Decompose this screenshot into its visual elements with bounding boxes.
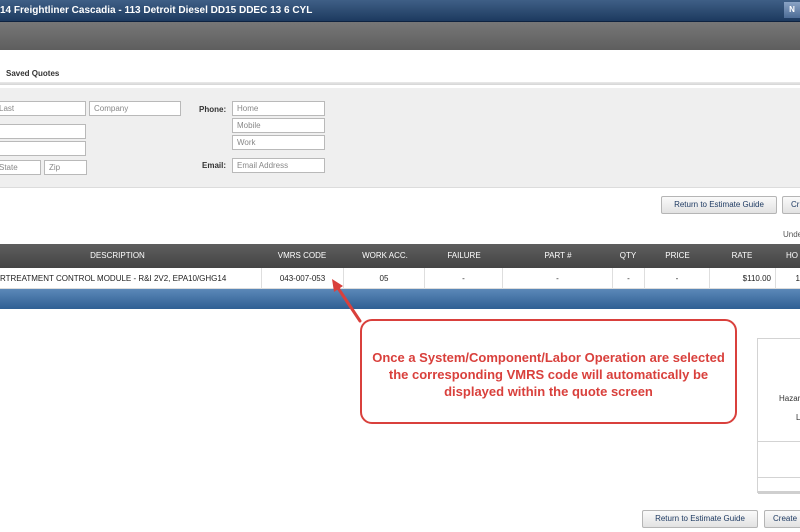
- window-title-bar: 14 Freightliner Cascadia - 113 Detroit D…: [0, 0, 800, 22]
- company-field[interactable]: Company: [89, 101, 181, 116]
- side-panel-divider: [758, 491, 800, 494]
- header-vmrs-code: VMRS CODE: [277, 251, 327, 260]
- cell-hours: 1: [795, 274, 800, 283]
- zip-field[interactable]: Zip: [44, 160, 87, 175]
- return-to-estimate-guide-button-bottom[interactable]: Return to Estimate Guide: [642, 510, 758, 528]
- callout-text: Once a System/Component/Labor Operation …: [372, 350, 725, 399]
- side-panel-divider: [758, 441, 800, 442]
- cell-qty: -: [613, 268, 645, 289]
- window-title: 14 Freightliner Cascadia - 113 Detroit D…: [0, 5, 313, 16]
- create-button-top[interactable]: Cr: [782, 196, 800, 214]
- side-panel-divider: [758, 477, 800, 478]
- toolbar: [0, 22, 800, 50]
- quote-table-header: DESCRIPTION VMRS CODE WORK ACC. FAILURE …: [0, 244, 800, 268]
- cell-part-number: -: [503, 268, 613, 289]
- table-footer-bar: [0, 289, 800, 309]
- header-hours: HO: [786, 251, 798, 260]
- header-part-number: PART #: [544, 251, 572, 260]
- work-phone-field[interactable]: Work: [232, 135, 325, 150]
- cell-description: RTREATMENT CONTROL MODULE - R&I 2V2, EPA…: [0, 268, 262, 289]
- header-rate: RATE: [731, 251, 753, 260]
- email-field[interactable]: Email Address: [232, 158, 325, 173]
- annotation-callout: Once a System/Component/Labor Operation …: [360, 319, 737, 424]
- create-button-bottom[interactable]: Create: [764, 510, 800, 528]
- last-name-field[interactable]: Last: [0, 101, 86, 116]
- header-description: DESCRIPTION: [90, 251, 145, 260]
- customer-form: Last Company State Zip Phone: Home Mobil…: [0, 88, 800, 188]
- header-failure: FAILURE: [447, 251, 481, 260]
- tab-saved-quotes[interactable]: Saved Quotes: [6, 69, 59, 78]
- home-phone-field[interactable]: Home: [232, 101, 325, 116]
- window-corner-button[interactable]: N: [784, 2, 800, 18]
- email-label: Email:: [202, 161, 227, 170]
- mobile-phone-field[interactable]: Mobile: [232, 118, 325, 133]
- side-panel-l-label: L: [796, 413, 800, 422]
- header-qty: QTY: [619, 251, 637, 260]
- tab-strip: Saved Quotes: [0, 50, 800, 86]
- hazard-label: Hazar: [779, 394, 800, 403]
- address-field-2[interactable]: [0, 141, 86, 156]
- tab-divider: [0, 82, 800, 85]
- header-work-acc: WORK ACC.: [362, 251, 408, 260]
- cell-failure: -: [425, 268, 503, 289]
- cell-rate: $110.00: [710, 268, 776, 289]
- cell-price: -: [645, 268, 710, 289]
- return-to-estimate-guide-button[interactable]: Return to Estimate Guide: [661, 196, 777, 214]
- state-field[interactable]: State: [0, 160, 41, 175]
- address-field-1[interactable]: [0, 124, 86, 139]
- side-panel: Hazar L: [757, 338, 800, 494]
- under-text: Unde: [783, 230, 800, 239]
- phone-label: Phone:: [199, 105, 227, 114]
- header-price: PRICE: [665, 251, 690, 260]
- table-row[interactable]: RTREATMENT CONTROL MODULE - R&I 2V2, EPA…: [0, 268, 800, 289]
